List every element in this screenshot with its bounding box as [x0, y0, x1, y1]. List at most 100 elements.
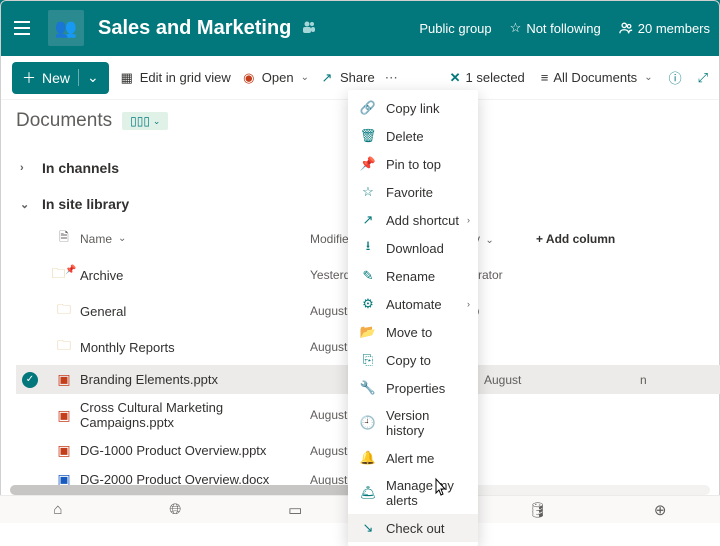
name-column-header[interactable]: Name ⌄ [80, 232, 310, 246]
menu-copy-link[interactable]: 🔗Copy link [348, 94, 478, 122]
selection-indicator[interactable]: ✕ 1 selected [450, 70, 525, 86]
list-icon: ≡ [541, 70, 549, 85]
open-button[interactable]: ◉ Open ⌄ [241, 70, 309, 86]
chevron-down-icon: ⌄ [644, 72, 652, 83]
modified-cell: August [484, 373, 640, 387]
clear-selection-icon[interactable]: ✕ [450, 70, 461, 86]
chevron-down-icon: ⌄ [301, 72, 309, 83]
files-icon[interactable]: ▭ [288, 501, 302, 519]
powerpoint-icon: ◉ [241, 70, 257, 86]
group-label: In site library [42, 196, 129, 212]
menu-manage-my-alerts[interactable]: 🛎 Manage my alerts [348, 472, 478, 514]
pin-icon: 📌 [360, 156, 376, 172]
menu-label: Download [386, 241, 444, 256]
group-label: In channels [42, 160, 119, 176]
folder-icon: 🗀📌 [48, 263, 80, 287]
globe-icon[interactable]: 🌐︎ [169, 501, 181, 518]
star-icon: ☆ [360, 184, 376, 200]
open-label: Open [262, 70, 294, 85]
link-icon: 🔗 [360, 100, 376, 116]
menu-add-shortcut[interactable]: ↗ Add shortcut › [348, 206, 478, 234]
modified-by-cell: istrator [466, 268, 546, 282]
file-type-column-icon[interactable]: 🗎 [48, 228, 80, 249]
flow-icon: ⚙ [360, 296, 376, 312]
members-label: 20 members [638, 21, 710, 36]
menu-label: Automate [386, 297, 442, 312]
tiles-view-toggle[interactable]: ▯▯▯ ⌄ [122, 112, 168, 130]
add-icon[interactable]: ⊕ [654, 501, 667, 519]
history-icon: 🕘 [360, 415, 376, 431]
pptx-icon: ▣ [48, 442, 80, 459]
checkout-icon: ↘ [360, 520, 376, 536]
follow-button[interactable]: ☆ Not following [510, 20, 601, 36]
rename-icon: ✎ [360, 268, 376, 284]
modified-by-cell: n [640, 373, 720, 387]
selected-check-icon[interactable]: ✓ [22, 372, 38, 388]
menu-favorite[interactable]: ☆ Favorite [348, 178, 478, 206]
folder-icon: 🗀 [48, 299, 80, 323]
more-actions-button[interactable]: ⋯ [385, 70, 398, 86]
file-context-menu: 🔗Copy link 🗑 Delete 📌Pin to top ☆ Favorite ↗ Ad… [348, 90, 478, 546]
site-logo[interactable]: 👥 [48, 10, 84, 46]
chevron-right-icon: › [467, 299, 470, 309]
expand-button[interactable]: ⤢ [698, 70, 708, 86]
menu-automate[interactable]: ⚙ Automate › [348, 290, 478, 318]
folder-icon: 🗀 [48, 335, 80, 359]
selection-count: 1 selected [466, 70, 525, 85]
file-name[interactable]: Monthly Reports [80, 340, 310, 355]
file-name[interactable]: Branding Elements.pptx [80, 372, 310, 387]
menu-label: Version history [386, 408, 466, 438]
follow-label: Not following [526, 21, 600, 36]
add-column-button[interactable]: + Add column [536, 232, 615, 246]
new-label: New [42, 70, 70, 86]
menu-delete[interactable]: 🗑 Delete [348, 122, 478, 150]
share-button[interactable]: ↗ Share [319, 70, 375, 86]
data-icon[interactable]: 🛢 [528, 501, 547, 519]
library-title: Documents [16, 110, 112, 132]
menu-version-history[interactable]: 🕘 Version history [348, 402, 478, 444]
menu-label: Add shortcut [386, 213, 459, 228]
menu-label: Manage my alerts [386, 478, 466, 508]
menu-download[interactable]: ⭳ Download [348, 234, 478, 262]
menu-properties[interactable]: 🔧 Properties [348, 374, 478, 402]
file-name[interactable]: Cross Cultural Marketing Campaigns.pptx [80, 400, 310, 430]
menu-copy-to[interactable]: ⎘Copy to [348, 346, 478, 374]
site-title[interactable]: Sales and Marketing [98, 17, 291, 40]
menu-label: Copy to [386, 353, 431, 368]
bell-icon: 🔔 [360, 450, 376, 466]
view-switcher[interactable]: ≡ All Documents ⌄ [541, 70, 653, 85]
menu-label: Move to [386, 325, 432, 340]
props-icon: 🔧 [360, 380, 376, 396]
file-name[interactable]: Archive [80, 268, 310, 283]
pptx-icon: ▣ [48, 371, 80, 388]
site-header: 👥 Sales and Marketing Public group ☆ Not… [0, 0, 720, 56]
chevron-right-icon: › [20, 162, 32, 174]
menu-move-to[interactable]: 📂Move to [348, 318, 478, 346]
menu-rename[interactable]: ✎ Rename [348, 262, 478, 290]
menu-label: Favorite [386, 185, 433, 200]
share-label: Share [340, 70, 375, 85]
menu-check-out[interactable]: ↘Check out [348, 514, 478, 542]
teams-icon[interactable] [301, 19, 317, 38]
members-button[interactable]: 20 members [619, 21, 710, 36]
download-icon: ⭳ [360, 240, 376, 256]
info-button[interactable]: ⓘ [669, 68, 682, 87]
share-icon: ↗ [319, 70, 335, 86]
file-name[interactable]: General [80, 304, 310, 319]
menu-label: Delete [386, 129, 424, 144]
edit-grid-button[interactable]: ▦ Edit in grid view [119, 70, 231, 86]
menu-alert-me[interactable]: 🔔Alert me [348, 444, 478, 472]
app-launcher-icon[interactable] [8, 14, 36, 42]
menu-label: Properties [386, 381, 445, 396]
menu-label: Rename [386, 269, 435, 284]
group-visibility: Public group [419, 21, 491, 36]
new-button[interactable]: ＋ New ⌄ [12, 62, 109, 94]
home-icon[interactable]: ⌂ [53, 501, 62, 518]
chevron-down-icon: ⌄ [20, 198, 32, 211]
alerts-icon: 🛎 [360, 485, 376, 501]
chevron-right-icon: › [467, 215, 470, 225]
trash-icon: 🗑 [360, 128, 376, 144]
shortcut-icon: ↗ [360, 212, 376, 228]
file-name[interactable]: DG-1000 Product Overview.pptx [80, 443, 310, 458]
menu-pin-to-top[interactable]: 📌Pin to top [348, 150, 478, 178]
